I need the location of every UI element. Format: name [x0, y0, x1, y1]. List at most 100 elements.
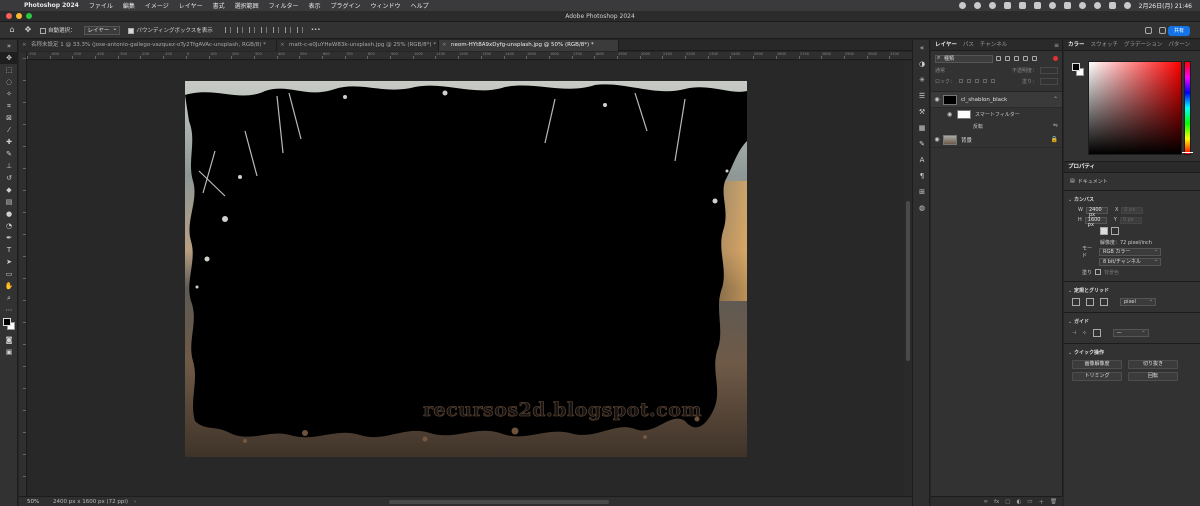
group-icon[interactable]: ▭	[1027, 499, 1032, 505]
spotlight-icon[interactable]	[1093, 2, 1101, 9]
align-hcenter-icon[interactable]	[236, 27, 243, 33]
horizontal-ruler[interactable]: -700 -600 -500 -400 -300 -200 -100 0 100 200 300 40…	[27, 52, 912, 60]
layer-kind-filter[interactable]: 種類	[935, 54, 993, 63]
saturation-brightness-field[interactable]	[1088, 61, 1182, 155]
bounding-box-checkbox[interactable]: バウンディングボックスを表示	[128, 26, 213, 34]
new-layer-icon[interactable]: ＋	[1039, 498, 1045, 506]
units-select[interactable]: pixel	[1120, 297, 1156, 306]
tab-paths[interactable]: パス	[963, 40, 974, 50]
landscape-icon[interactable]	[1111, 227, 1119, 235]
share-button[interactable]: 共有	[1167, 26, 1190, 36]
mode-select[interactable]: RGB カラー	[1099, 247, 1161, 256]
shape-tool[interactable]: ▭	[0, 268, 18, 280]
menu-filter[interactable]: フィルター	[269, 1, 299, 10]
clock[interactable]: 2月26日(月) 21:46	[1139, 1, 1192, 10]
rotate-button[interactable]: 回転	[1128, 371, 1178, 381]
tab-document-3[interactable]: × neom-HYt8A9xDyfg-unsplash.jpg @ 50% (RG…	[439, 40, 619, 51]
search-icon[interactable]	[1145, 27, 1152, 34]
lock-position-icon[interactable]	[975, 79, 980, 83]
auto-select-dropdown[interactable]: レイヤー	[83, 25, 121, 35]
crop-tool[interactable]: ⌗	[0, 100, 18, 112]
layer-row-background[interactable]: ◉ 背景 🔒	[931, 132, 1062, 148]
adjustment-layer-icon[interactable]: ◐	[1016, 499, 1021, 505]
smart-object-filter-icon[interactable]	[1032, 56, 1037, 61]
close-tab-icon[interactable]: ×	[22, 40, 27, 51]
siri-icon[interactable]	[1123, 2, 1131, 9]
align-left-icon[interactable]	[224, 27, 231, 33]
record-icon[interactable]	[1048, 2, 1056, 9]
menu-file[interactable]: ファイル	[89, 1, 113, 10]
hand-tool[interactable]: ✋	[0, 280, 18, 292]
status-menu-chevron[interactable]: ›	[134, 499, 136, 505]
healing-tool[interactable]: ✚	[0, 136, 18, 148]
sync-icon[interactable]	[973, 2, 981, 9]
fill-value[interactable]: 背景色	[1104, 269, 1119, 276]
type-tool[interactable]: T	[0, 244, 18, 256]
control-center-icon[interactable]	[1108, 2, 1116, 9]
portrait-icon[interactable]	[1100, 227, 1108, 235]
menu-type[interactable]: 書式	[213, 1, 225, 10]
layer-name[interactable]: 背景	[961, 136, 972, 144]
opacity-input[interactable]	[1040, 66, 1058, 74]
align-right-icon[interactable]	[248, 27, 255, 33]
layer-row-shablon[interactable]: ◉ cl_shablon_black ⌃	[931, 92, 1062, 108]
pixel-filter-icon[interactable]	[996, 56, 1001, 61]
menu-layer[interactable]: レイヤー	[179, 1, 203, 10]
eyedropper-tool[interactable]: ⁄	[0, 124, 18, 136]
tab-layers[interactable]: レイヤー	[935, 40, 957, 50]
tab-properties[interactable]: プロパティ	[1068, 162, 1095, 172]
y-input[interactable]: 0 px	[1119, 216, 1142, 224]
line-icon[interactable]	[988, 2, 996, 9]
tab-gradients[interactable]: グラデーション	[1124, 40, 1162, 50]
dodge-tool[interactable]: ◔	[0, 220, 18, 232]
path-select-tool[interactable]: ➤	[0, 256, 18, 268]
guide-lock-icon[interactable]	[1092, 329, 1101, 337]
learn-icon[interactable]: ✳	[913, 72, 931, 88]
menu-window[interactable]: ウィンドウ	[371, 1, 401, 10]
lock-all-icon[interactable]	[991, 79, 996, 83]
fill-swatch[interactable]	[1095, 269, 1101, 275]
magic-wand-tool[interactable]: ✧	[0, 88, 18, 100]
battery-icon[interactable]	[1063, 2, 1071, 9]
edit-toolbar-icon[interactable]: ⋯	[0, 304, 18, 316]
3d-icon[interactable]: ◍	[913, 200, 931, 216]
align-top-icon[interactable]	[260, 27, 267, 33]
character-icon[interactable]: A	[913, 152, 931, 168]
adjustment-filter-icon[interactable]	[1005, 56, 1010, 61]
trim-button[interactable]: トリミング	[1072, 371, 1122, 381]
foreground-color[interactable]	[3, 318, 11, 326]
align-vcenter-icon[interactable]	[272, 27, 279, 33]
menu-edit[interactable]: 編集	[123, 1, 135, 10]
brushes-icon[interactable]: ✎	[913, 136, 931, 152]
bounding-box-check[interactable]	[128, 27, 135, 34]
add-mask-icon[interactable]: ▢	[1005, 499, 1010, 505]
align-bottom-icon[interactable]	[284, 27, 291, 33]
swatch-grid-icon[interactable]: ⊞	[913, 184, 931, 200]
bit-depth-select[interactable]: 8 bit/チャンネル	[1099, 257, 1161, 266]
zoom-tool[interactable]: ⌕	[0, 292, 18, 304]
pixel-grid-toggle-icon[interactable]	[1100, 298, 1108, 306]
workspace-icon[interactable]	[1159, 27, 1166, 34]
tab-color[interactable]: カラー	[1068, 40, 1085, 50]
eraser-tool[interactable]: ◆	[0, 184, 18, 196]
blend-mode-select[interactable]: 通常	[935, 67, 1012, 74]
horizontal-scroll-thumb[interactable]	[389, 500, 609, 504]
history-icon[interactable]: ▦	[913, 120, 931, 136]
collapse-strip-icon[interactable]: «	[913, 40, 931, 56]
auto-select-checkbox[interactable]: 自動選択：	[40, 26, 76, 34]
lock-artboard-icon[interactable]	[983, 79, 988, 83]
visibility-eye-icon[interactable]: ◉	[931, 96, 943, 103]
document-info[interactable]: 2400 px x 1600 px (72 ppi)	[53, 499, 128, 505]
crop-button[interactable]: 切り抜き	[1128, 359, 1178, 369]
height-input[interactable]: 1600 px	[1084, 216, 1107, 227]
fill-input[interactable]	[1040, 77, 1058, 85]
quick-mask-icon[interactable]: ◙	[0, 334, 18, 346]
clipboard-icon[interactable]	[1018, 2, 1026, 9]
frame-tool[interactable]: ⊠	[0, 112, 18, 124]
layer-name[interactable]: cl_shablon_black	[961, 97, 1007, 103]
move-tool[interactable]: ✥	[0, 52, 18, 64]
canvas-section-title[interactable]: ⌄ カンバス	[1064, 195, 1200, 205]
menu-plugins[interactable]: プラグイン	[331, 1, 361, 10]
gradient-tool[interactable]: ▤	[0, 196, 18, 208]
stamp-tool[interactable]: ⊥	[0, 160, 18, 172]
